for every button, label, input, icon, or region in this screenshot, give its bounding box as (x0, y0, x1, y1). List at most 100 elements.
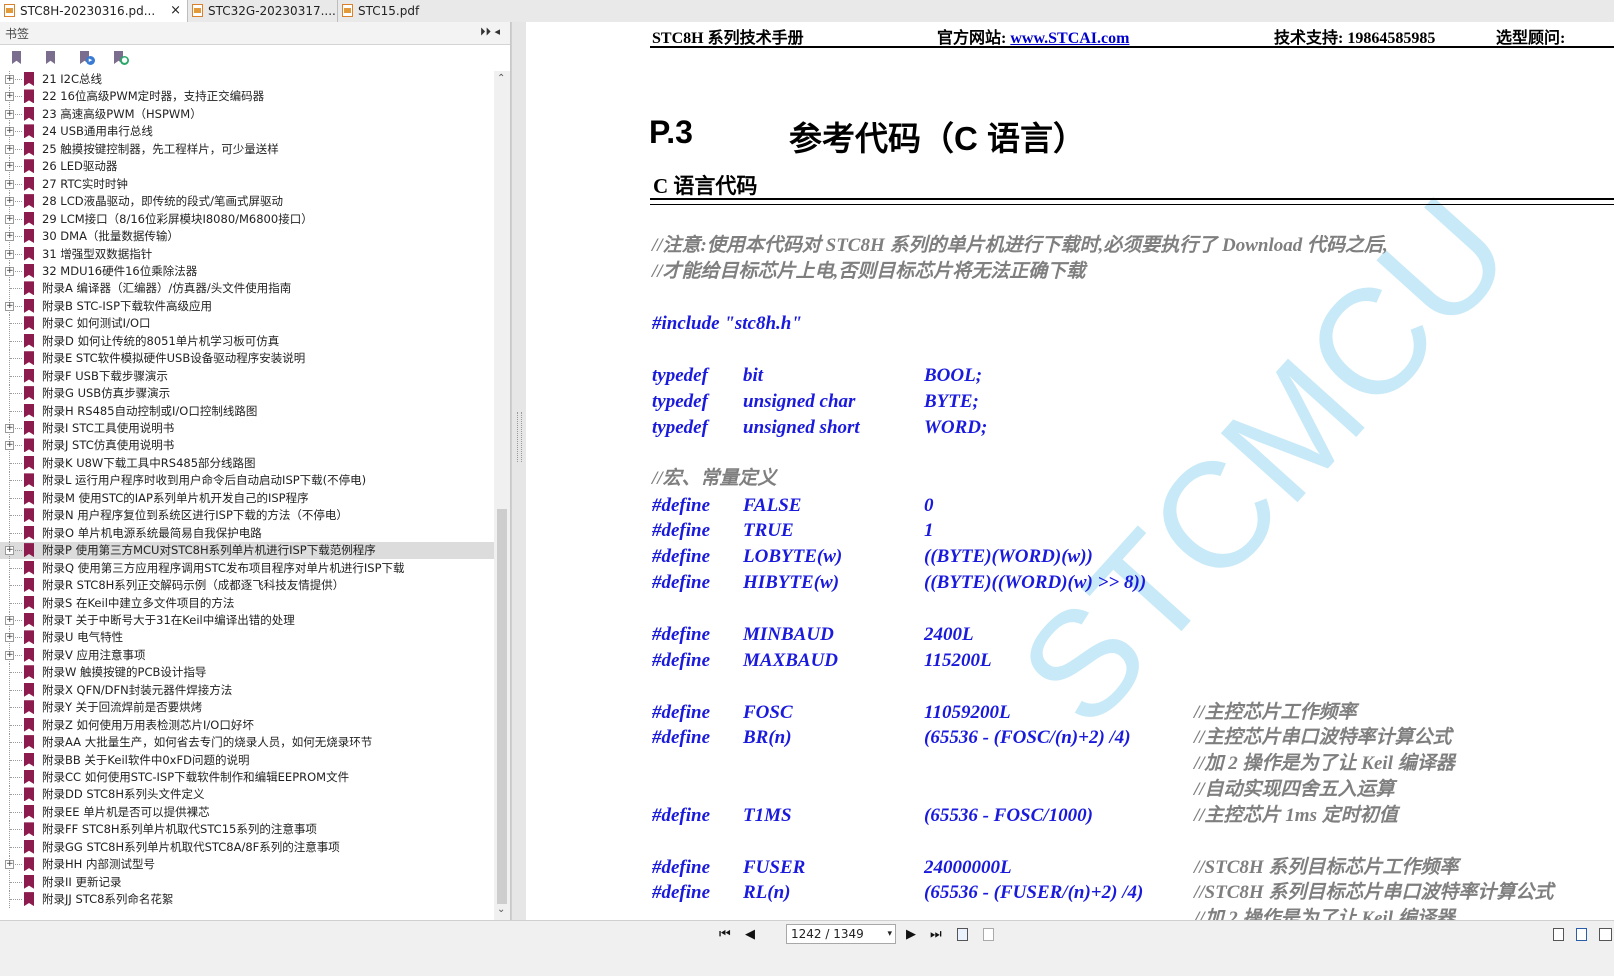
bookmark-item[interactable]: 附录CC 如何使用STC-ISP下载软件制作和编辑EEPROM文件 (0, 769, 494, 786)
bookmark-item[interactable]: 附录O 单片机电源系统最简易自我保护电路 (0, 524, 494, 542)
tab-stc8h[interactable]: STC8H-20230316.pd... × (0, 0, 188, 22)
collapse-panel-icon[interactable]: ⏵⏵ ◂ (480, 25, 500, 39)
bookmark-item[interactable]: 附录L 运行用户程序时收到用户命令后自动启动ISP下载(不停电) (0, 472, 494, 490)
expand-icon[interactable]: + (5, 179, 14, 189)
bookmark-item[interactable]: 附录K U8W下载工具中RS485部分线路图 (0, 454, 494, 472)
bookmark-item[interactable]: +22 16位高级PWM定时器，支持正交编码器 (0, 88, 494, 106)
website-link[interactable]: www.STCAI.com (1010, 30, 1129, 47)
scroll-down-icon[interactable]: ⌄ (497, 904, 505, 915)
bookmark-collapse-icon[interactable] (44, 50, 62, 68)
bookmark-item[interactable]: +28 LCD液晶驱动，即传统的段式/笔画式屏驱动 (0, 193, 494, 211)
bookmark-item[interactable]: 附录C 如何测试I/O口 (0, 315, 494, 333)
expand-icon[interactable]: + (5, 301, 14, 311)
bookmark-item[interactable]: 附录S 在Keil中建立多文件项目的方法 (0, 594, 494, 612)
expand-icon[interactable]: + (5, 214, 14, 224)
bookmark-item[interactable]: +31 增强型双数据指针 (0, 245, 494, 263)
last-page-icon[interactable]: ⏭ (930, 927, 942, 942)
expand-icon[interactable]: + (5, 633, 14, 643)
expand-icon[interactable]: + (5, 615, 14, 625)
bookmark-item[interactable]: +27 RTC实时时钟 (0, 175, 494, 193)
bookmark-item[interactable]: 附录Y 关于回流焊前是否要烘烤 (0, 699, 494, 717)
bookmark-item[interactable]: +25 触摸按键控制器，先工程样片，可少量送样 (0, 140, 494, 158)
scroll-up-icon[interactable]: ⌃ (497, 73, 505, 84)
prev-page-icon[interactable]: ◀ (745, 927, 755, 942)
bookmark-item[interactable]: + 附录B STC-ISP下载软件高级应用 (0, 297, 494, 315)
expand-icon[interactable]: + (5, 249, 14, 259)
tab-label: STC8H-20230316.pd... (20, 4, 156, 18)
bookmark-item[interactable]: 附录FF STC8H系列单片机取代STC15系列的注意事项 (0, 821, 494, 839)
panel-splitter[interactable] (511, 22, 527, 920)
bookmark-item[interactable]: +32 MDU16硬件16位乘除法器 (0, 262, 494, 280)
expand-icon[interactable]: + (5, 424, 14, 433)
bookmark-item[interactable]: + 附录V 应用注意事项 (0, 646, 494, 664)
bookmark-item[interactable]: 附录X QFN/DFN封装元器件焊接方法 (0, 681, 494, 699)
bookmark-goto-icon[interactable]: ▸ (78, 50, 96, 68)
bookmark-item[interactable]: + 附录HH 内部测试型号 (0, 856, 494, 874)
bookmark-item[interactable]: 附录G USB仿真步骤演示 (0, 385, 494, 403)
bookmark-item[interactable]: 附录Q 使用第三方应用程序调用STC发布项目程序对单片机进行ISP下载 (0, 559, 494, 577)
expand-icon[interactable]: + (5, 860, 14, 870)
expand-icon[interactable]: + (5, 75, 14, 84)
bookmarks-scrollbar[interactable]: ⌃ ⌄ (494, 71, 510, 920)
bookmark-find-icon[interactable]: ● (112, 50, 130, 68)
bookmark-item[interactable]: 附录Z 如何使用万用表检测芯片I/O口好坏 (0, 716, 494, 734)
bookmark-item[interactable]: 附录F USB下载步骤演示 (0, 367, 494, 385)
bookmark-item[interactable]: + 附录U 电气特性 (0, 629, 494, 647)
tab-stc15[interactable]: STC15.pdf (338, 0, 488, 22)
code-token: 0 (924, 495, 934, 516)
fit-width-icon[interactable] (983, 928, 994, 941)
fit-page-icon[interactable] (957, 928, 968, 941)
bookmark-item[interactable]: + 附录J STC仿真使用说明书 (0, 437, 494, 455)
bookmark-item[interactable]: 附录E STC软件模拟硬件USB设备驱动程序安装说明 (0, 350, 494, 368)
continuous-view-icon[interactable] (1576, 928, 1587, 941)
chevron-down-icon[interactable]: ▾ (887, 925, 892, 943)
expand-icon[interactable]: + (5, 127, 14, 137)
expand-icon[interactable]: + (5, 441, 14, 451)
scrollbar-thumb[interactable] (497, 509, 507, 904)
bookmark-item[interactable]: +29 LCM接口（8/16位彩屏模块I8080/M6800接口） (0, 210, 494, 228)
pdf-file-icon (342, 4, 353, 17)
bookmark-item[interactable]: + 附录T 关于中断号大于31在Keil中编译出错的处理 (0, 611, 494, 629)
bookmark-item[interactable]: +24 USB通用串行总线 (0, 123, 494, 141)
bookmark-expand-icon[interactable] (10, 50, 28, 68)
header-rule (650, 46, 1614, 48)
tab-stc32g[interactable]: STC32G-20230317.... (188, 0, 338, 22)
bookmark-item[interactable]: 附录II 更新记录 (0, 873, 494, 891)
expand-icon[interactable]: + (5, 92, 14, 102)
page-number-field[interactable]: 1242 / 1349 ▾ (786, 924, 896, 944)
close-icon[interactable]: × (170, 0, 181, 22)
expand-icon[interactable]: + (5, 144, 14, 154)
expand-icon[interactable]: + (5, 650, 14, 660)
bookmark-item[interactable]: 附录N 用户程序复位到系统区进行ISP下载的方法（不停电） (0, 507, 494, 525)
bookmark-item[interactable]: 附录AA 大批量生产，如何省去专门的烧录人员，如何无烧录环节 (0, 734, 494, 752)
bookmark-item[interactable]: 附录GG STC8H系列单片机取代STC8A/8F系列的注意事项 (0, 838, 494, 856)
code-token: LOBYTE(w) (743, 546, 843, 567)
bookmark-item[interactable]: 附录M 使用STC的IAP系列单片机开发自己的ISP程序 (0, 489, 494, 507)
bookmark-item[interactable]: 附录DD STC8H系列头文件定义 (0, 786, 494, 804)
bookmark-item[interactable]: 附录W 触摸按键的PCB设计指导 (0, 664, 494, 682)
two-page-view-icon[interactable] (1599, 928, 1612, 941)
bookmark-item[interactable]: + 附录I STC工具使用说明书 (0, 420, 494, 437)
bookmark-item[interactable]: +21 I2C总线 (0, 71, 494, 88)
bookmark-label: 附录E STC软件模拟硬件USB设备驱动程序安装说明 (42, 351, 306, 366)
expand-icon[interactable]: + (5, 232, 14, 242)
bookmark-item[interactable]: 附录BB 关于Keil软件中0xFD问题的说明 (0, 751, 494, 769)
single-page-view-icon[interactable] (1553, 928, 1564, 941)
first-page-icon[interactable]: ⏮ (719, 927, 731, 942)
bookmark-item[interactable]: +26 LED驱动器 (0, 158, 494, 176)
expand-icon[interactable]: + (5, 266, 14, 276)
bookmark-item[interactable]: 附录JJ STC8系列命名花絮 (0, 891, 494, 909)
next-page-icon[interactable]: ▶ (906, 927, 916, 942)
bookmark-item[interactable]: 附录A 编译器（汇编器）/仿真器/头文件使用指南 (0, 280, 494, 298)
bookmark-item[interactable]: 附录EE 单片机是否可以提供裸芯 (0, 803, 494, 821)
bookmark-item[interactable]: 附录D 如何让传统的8051单片机学习板可仿真 (0, 332, 494, 350)
bookmark-item[interactable]: +23 高速高级PWM（HSPWM） (0, 105, 494, 123)
bookmark-item[interactable]: + 附录P 使用第三方MCU对STC8H系列单片机进行ISP下载范例程序 (0, 542, 494, 560)
expand-icon[interactable]: + (5, 109, 14, 119)
expand-icon[interactable]: + (5, 162, 14, 172)
bookmark-item[interactable]: 附录H RS485自动控制或I/O口控制线路图 (0, 402, 494, 420)
bookmark-item[interactable]: +30 DMA（批量数据传输） (0, 228, 494, 246)
expand-icon[interactable]: + (5, 546, 14, 556)
bookmark-item[interactable]: 附录R STC8H系列正交解码示例（成都逐飞科技友情提供） (0, 577, 494, 595)
expand-icon[interactable]: + (5, 197, 14, 207)
